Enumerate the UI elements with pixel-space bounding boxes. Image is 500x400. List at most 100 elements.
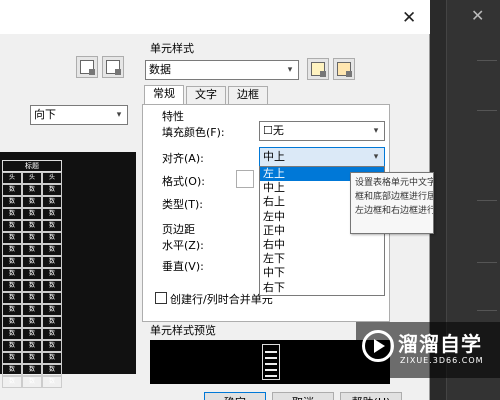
alignment-select[interactable]: 中上 ▾ [259,147,385,167]
alignment-tooltip: 设置表格单元中文字的对正和 框和底部边框进行居中对齐、上 左边框和右边框进行居中… [350,172,434,234]
format-label: 格式(O): [162,175,205,188]
table-preview-data-cell: 数 [22,196,42,208]
table-preview-data-row: 数数数 [2,280,62,292]
alignment-option[interactable]: 中下 [260,266,384,280]
cell-style-preview-sample [262,344,280,380]
table-preview-data-cell: 数 [2,376,22,388]
table-preview-data-cell: 数 [42,376,62,388]
margins-label: 页边距 [162,223,195,236]
tooltip-line: 设置表格单元中文字的对正和 [355,178,434,188]
table-preview-data-cell: 数 [2,316,22,328]
new-cell-style-button[interactable] [307,58,329,80]
table-preview-data-cell: 数 [22,328,42,340]
dialog-titlebar: ✕ [0,0,430,34]
table-preview-data-row: 数数数 [2,196,62,208]
table-preview-data-cell: 数 [22,376,42,388]
table-preview-data-cell: 数 [42,352,62,364]
manage-cell-styles-button[interactable] [333,58,355,80]
table-preview-data-cell: 数 [22,256,42,268]
vertical-margin-label: 垂直(V): [162,260,204,273]
table-preview-data-row: 数数数 [2,316,62,328]
table-preview-data-cell: 数 [42,220,62,232]
table-preview-data-cell: 数 [42,256,62,268]
table-preview-header-row: 头 头 头 [2,172,62,184]
chevron-down-icon: ▾ [373,152,379,162]
cell-style-select[interactable]: 数据 ▾ [145,60,299,80]
help-button[interactable]: 帮助(H) [340,392,402,400]
table-preview-data-cell: 数 [2,220,22,232]
tab-borders[interactable]: 边框 [228,86,268,104]
table-preview-data-cell: 数 [2,232,22,244]
table-preview-data-cell: 数 [2,256,22,268]
tooltip-line: 框和底部边框进行居中对齐、上 [355,192,433,202]
table-preview-data-row: 数数数 [2,184,62,196]
watermark: 溜溜自学 ZIXUE.3D66.COM [356,322,500,378]
background-divider [477,310,497,311]
alignment-option[interactable]: 右中 [260,238,384,252]
dialog-close-icon[interactable]: ✕ [402,8,416,28]
table-preview-data-row: 数数数 [2,220,62,232]
table-preview-data-cell: 数 [22,316,42,328]
table-preview-data-row: 数数数 [2,292,62,304]
table-preview-data-cell: 数 [2,328,22,340]
table-preview-data-cell: 数 [42,232,62,244]
table-preview-data-row: 数数数 [2,268,62,280]
alignment-option[interactable]: 左下 [260,252,384,266]
table-preview-grid: 标题 头 头 头 数数数数数数数数数数数数数数数数数数数数数数数数数数数数数数数… [2,160,62,388]
fill-color-select[interactable]: ☐无 ▾ [259,121,385,141]
table-preview-data-cell: 数 [42,244,62,256]
background-close-icon[interactable]: ✕ [471,6,484,25]
properties-label: 特性 [162,110,184,123]
table-preview-data-cell: 数 [2,208,22,220]
table-preview-data-cell: 数 [2,352,22,364]
play-logo-icon [362,330,394,362]
select-table-button[interactable] [76,56,98,78]
table-preview-data-cell: 数 [22,292,42,304]
table-preview-data-cell: 数 [42,304,62,316]
chevron-down-icon: ▾ [373,126,379,136]
table-direction-select[interactable]: 向下 ▾ [30,105,128,125]
table-preview-data-row: 数数数 [2,364,62,376]
type-label: 类型(T): [162,198,204,211]
table-direction-value: 向下 [34,108,56,121]
table-preview-caption: 标题 [2,160,62,172]
table-preview-header-cell: 头 [42,172,62,184]
table-preview-data-row: 数数数 [2,352,62,364]
table-preview-data-row: 数数数 [2,304,62,316]
cancel-button[interactable]: 取消 [272,392,334,400]
table-preview-data-cell: 数 [22,232,42,244]
table-preview-data-row: 数数数 [2,376,62,388]
format-button[interactable] [236,170,254,188]
select-table-icon [80,60,95,75]
table-preview-data-cell: 数 [22,184,42,196]
table-preview-data-cell: 数 [42,268,62,280]
table-preview-data-cell: 数 [42,184,62,196]
table-preview-data-cell: 数 [22,340,42,352]
table-preview-data-cell: 数 [22,208,42,220]
table-preview-data-cell: 数 [2,292,22,304]
alignment-option[interactable]: 右下 [260,281,384,295]
table-preview-data-cell: 数 [2,280,22,292]
merge-cells-label: 创建行/列时合并单元 [170,293,273,306]
table-preview-data-cell: 数 [2,364,22,376]
table-preview-data-row: 数数数 [2,340,62,352]
table-preview-data-cell: 数 [22,280,42,292]
modify-table-icon [106,60,121,75]
horizontal-margin-label: 水平(Z): [162,239,204,252]
table-preview-data-cell: 数 [42,316,62,328]
modify-table-button[interactable] [102,56,124,78]
merge-cells-checkbox[interactable] [155,292,167,304]
background-divider [477,60,497,61]
table-preview: 标题 头 头 头 数数数数数数数数数数数数数数数数数数数数数数数数数数数数数数数… [0,152,136,388]
ok-button[interactable]: 确定 [204,392,266,400]
table-preview-data-cell: 数 [42,196,62,208]
watermark-title: 溜溜自学 [398,332,482,356]
table-preview-data-cell: 数 [42,208,62,220]
table-preview-data-cell: 数 [22,364,42,376]
tab-general[interactable]: 常规 [144,85,184,105]
table-preview-data-cell: 数 [22,220,42,232]
table-preview-data-cell: 数 [2,244,22,256]
table-preview-data-row: 数数数 [2,256,62,268]
table-preview-header-cell: 头 [2,172,22,184]
tab-text[interactable]: 文字 [186,86,226,104]
